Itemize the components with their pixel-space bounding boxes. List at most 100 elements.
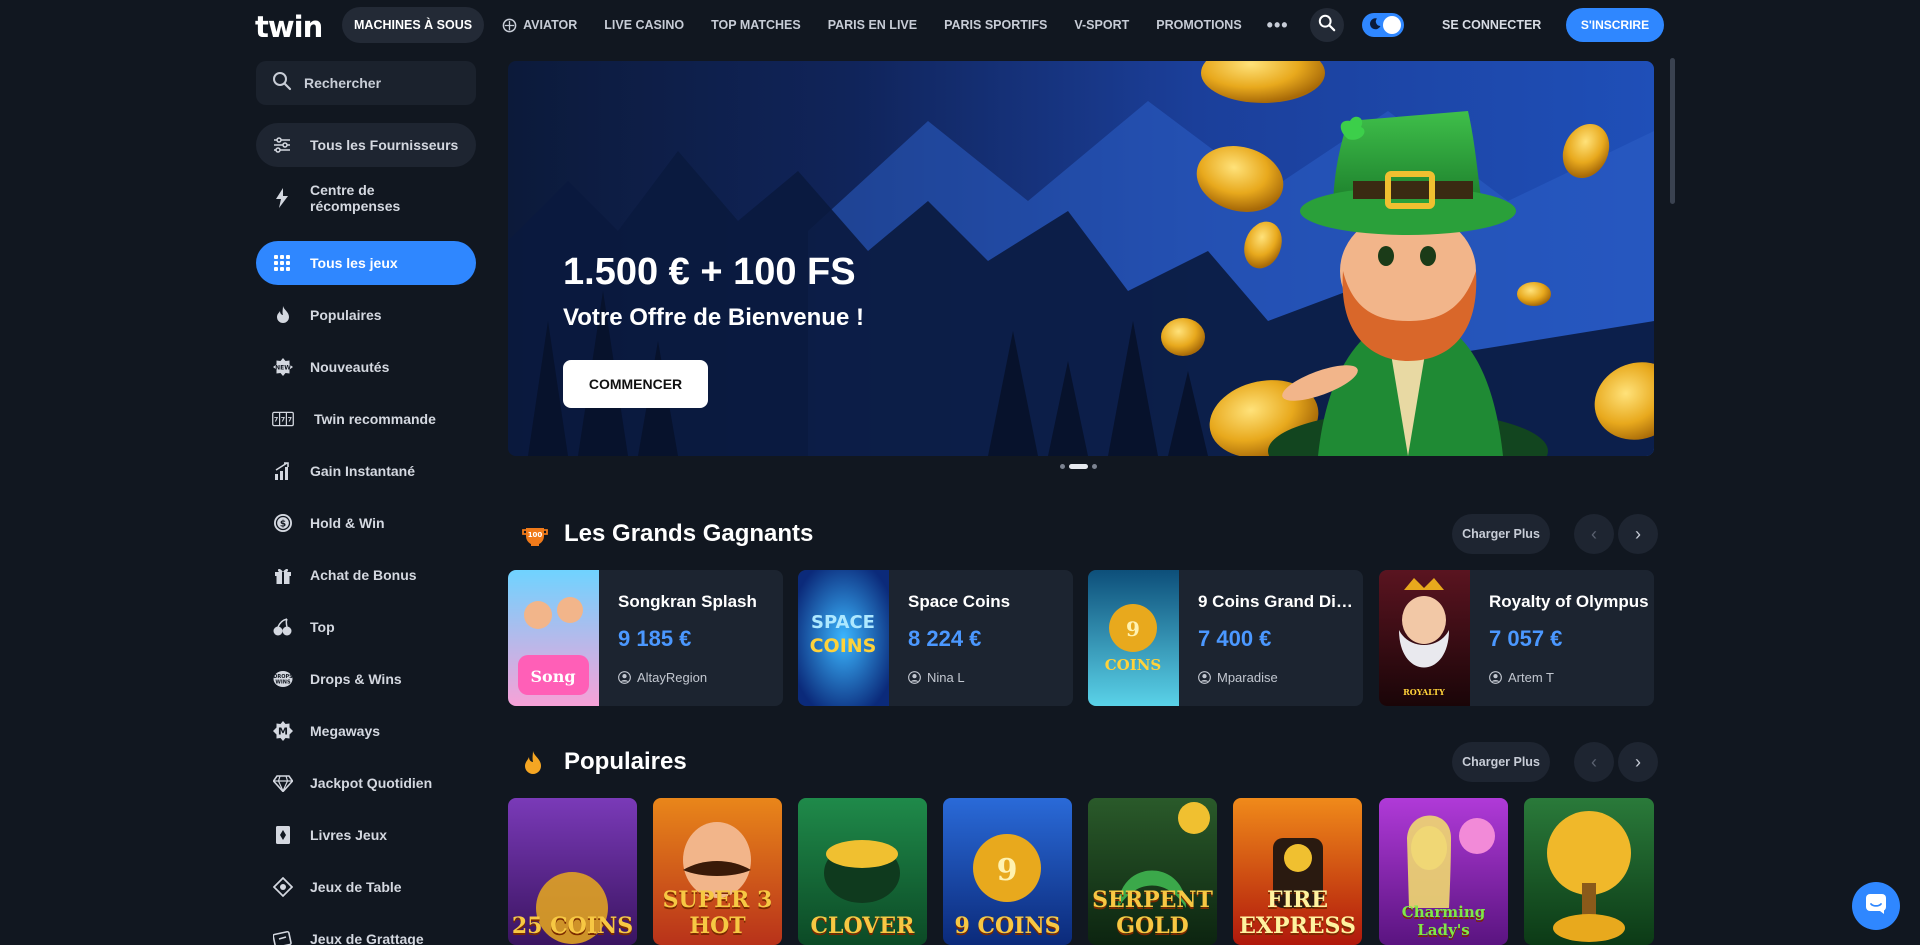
- game-tile-charming-ladys[interactable]: Charming Lady's: [1379, 798, 1508, 945]
- game-tile-serpent-gold[interactable]: SERPENT GOLD: [1088, 798, 1217, 945]
- filter-sliders-icon: [272, 137, 292, 153]
- coin-icon: $: [272, 513, 294, 533]
- cherries-icon: [272, 618, 294, 636]
- popular-prev-button[interactable]: ‹: [1574, 742, 1614, 782]
- nav-item-v-sport[interactable]: V-SPORT: [1062, 7, 1141, 43]
- winner-card[interactable]: SPACE COINS Space Coins 8 224 € Nina L: [798, 570, 1073, 706]
- game-tile-9-coins[interactable]: 9 9 COINS: [943, 798, 1072, 945]
- more-menu-button[interactable]: •••: [1257, 15, 1299, 36]
- svg-text:M: M: [278, 727, 288, 738]
- sidebar-item-label: Drops & Wins: [310, 671, 402, 687]
- table-chip-icon: [272, 877, 294, 897]
- sidebar-item-label: Populaires: [310, 307, 382, 323]
- svg-text:7: 7: [288, 416, 292, 424]
- winner-card[interactable]: ROYALTY Royalty of Olympus 7 057 € Artem…: [1379, 570, 1654, 706]
- nav-item-aviator[interactable]: AVIATOR: [490, 7, 589, 43]
- diamond-icon: [272, 774, 294, 792]
- all-games-button[interactable]: Tous les jeux: [256, 241, 476, 285]
- 9-coins-grand-diamond-thumbnail: 9 COINS: [1088, 570, 1179, 706]
- book-icon: [272, 825, 294, 845]
- winners-title: Les Grands Gagnants: [564, 520, 814, 547]
- signup-button[interactable]: S'INSCRIRE: [1566, 8, 1664, 42]
- rewards-center-button[interactable]: Centre de récompenses: [256, 173, 476, 223]
- moon-icon: [1368, 17, 1382, 36]
- all-providers-button[interactable]: Tous les Fournisseurs: [256, 123, 476, 167]
- sidebar-item-scratch-games[interactable]: Jeux de Grattage: [256, 917, 476, 945]
- twin-logo[interactable]: twin: [255, 10, 323, 44]
- game-tile-art: [1547, 811, 1631, 942]
- game-tile-label: Charming Lady's: [1401, 903, 1486, 939]
- winner-user: AltayRegion: [618, 670, 707, 685]
- sidebar-item-megaways[interactable]: M Megaways: [256, 709, 476, 753]
- search-icon: [1318, 14, 1336, 37]
- game-tile-label: CLOVER: [810, 913, 915, 939]
- nav-item-slots[interactable]: MACHINES À SOUS: [342, 7, 485, 43]
- sidebar-item-label: Twin recommande: [314, 411, 436, 427]
- game-tile-fire-express[interactable]: FIRE EXPRESS: [1233, 798, 1362, 945]
- login-button[interactable]: SE CONNECTER: [1428, 8, 1555, 42]
- game-tile-golden-tree[interactable]: [1524, 798, 1654, 945]
- page-scrollbar[interactable]: [1670, 58, 1675, 204]
- hero-banner[interactable]: 1.500 € + 100 FS Votre Offre de Bienvenu…: [508, 61, 1654, 456]
- sidebar-item-label: Jeux de Table: [310, 879, 402, 895]
- sidebar-item-label: Jackpot Quotidien: [310, 775, 433, 791]
- winners-next-button[interactable]: ›: [1618, 514, 1658, 554]
- sidebar-item-bonus-buy[interactable]: Achat de Bonus: [256, 553, 476, 597]
- sidebar-item-book-games[interactable]: Livres Jeux: [256, 813, 476, 857]
- winner-amount: 7 400 €: [1198, 626, 1272, 651]
- nav-item-live-casino[interactable]: LIVE CASINO: [592, 7, 696, 43]
- game-tile-25-coins[interactable]: 25 COINS: [508, 798, 637, 945]
- pagination-dot[interactable]: [1060, 464, 1065, 469]
- trophy-100-icon: 100: [522, 522, 548, 553]
- top-navigation: twin MACHINES À SOUS AVIATOR LIVE CASINO…: [0, 0, 1920, 50]
- nav-item-label: AVIATOR: [523, 18, 578, 32]
- banner-subtitle: Votre Offre de Bienvenue !: [563, 304, 864, 331]
- svg-text:WINS: WINS: [275, 680, 291, 686]
- nav-item-live-betting[interactable]: PARIS EN LIVE: [816, 7, 929, 43]
- chat-icon: [1864, 892, 1888, 921]
- pagination-dot-active[interactable]: [1069, 464, 1088, 469]
- sidebar-item-hold-win[interactable]: $ Hold & Win: [256, 501, 476, 545]
- all-games-label: Tous les jeux: [310, 255, 398, 271]
- winner-card[interactable]: Song Songkran Splash 9 185 € AltayRegion: [508, 570, 783, 706]
- theme-toggle[interactable]: [1362, 13, 1404, 37]
- lightning-icon: [272, 188, 292, 208]
- game-tile-label: 25 COINS: [511, 913, 634, 939]
- svg-text:$: $: [280, 520, 286, 530]
- svg-text:COINS: COINS: [810, 635, 877, 657]
- slot-reels-icon: 777: [272, 411, 294, 427]
- sidebar-item-top[interactable]: Top: [256, 605, 476, 649]
- sidebar-item-table-games[interactable]: Jeux de Table: [256, 865, 476, 909]
- nav-item-sports-betting[interactable]: PARIS SPORTIFS: [932, 7, 1059, 43]
- sidebar-item-instant-win[interactable]: Gain Instantané: [256, 449, 476, 493]
- game-tile-super-3-hot[interactable]: SUPER 3 HOT: [653, 798, 782, 945]
- popular-load-more-button[interactable]: Charger Plus: [1452, 742, 1550, 782]
- start-button[interactable]: COMMENCER: [563, 360, 708, 408]
- chevron-right-icon: ›: [1635, 751, 1641, 772]
- winner-card[interactable]: 9 COINS 9 Coins Grand Diamond 7 400 € Mpa…: [1088, 570, 1363, 706]
- main-menu: MACHINES À SOUS AVIATOR LIVE CASINO TOP …: [342, 7, 1299, 43]
- sidebar-item-label: Hold & Win: [310, 515, 385, 531]
- winner-game-name: Space Coins: [908, 592, 1011, 611]
- sidebar-search[interactable]: [256, 61, 476, 105]
- winner-amount: 7 057 €: [1489, 626, 1563, 651]
- sidebar-item-twin-recommends[interactable]: 777 Twin recommande: [256, 397, 476, 441]
- sidebar-item-new[interactable]: NEW Nouveautés: [256, 345, 476, 389]
- svg-text:100: 100: [528, 531, 543, 539]
- svg-text:7: 7: [281, 416, 285, 424]
- sidebar-item-drops-wins[interactable]: DROPS WINS Drops & Wins: [256, 657, 476, 701]
- nav-item-promotions[interactable]: PROMOTIONS: [1144, 7, 1253, 43]
- search-button[interactable]: [1310, 8, 1344, 42]
- winners-prev-button[interactable]: ‹: [1574, 514, 1614, 554]
- popular-next-button[interactable]: ›: [1618, 742, 1658, 782]
- search-input[interactable]: [304, 75, 454, 91]
- chat-button[interactable]: [1852, 882, 1900, 930]
- toggle-knob: [1383, 16, 1401, 34]
- songkran-splash-thumbnail: Song: [508, 570, 599, 706]
- winners-load-more-button[interactable]: Charger Plus: [1452, 514, 1550, 554]
- sidebar-item-daily-jackpot[interactable]: Jackpot Quotidien: [256, 761, 476, 805]
- nav-item-top-matches[interactable]: TOP MATCHES: [699, 7, 813, 43]
- sidebar-item-popular[interactable]: Populaires: [256, 293, 476, 337]
- pagination-dot[interactable]: [1092, 464, 1097, 469]
- game-tile-clover[interactable]: CLOVER: [798, 798, 927, 945]
